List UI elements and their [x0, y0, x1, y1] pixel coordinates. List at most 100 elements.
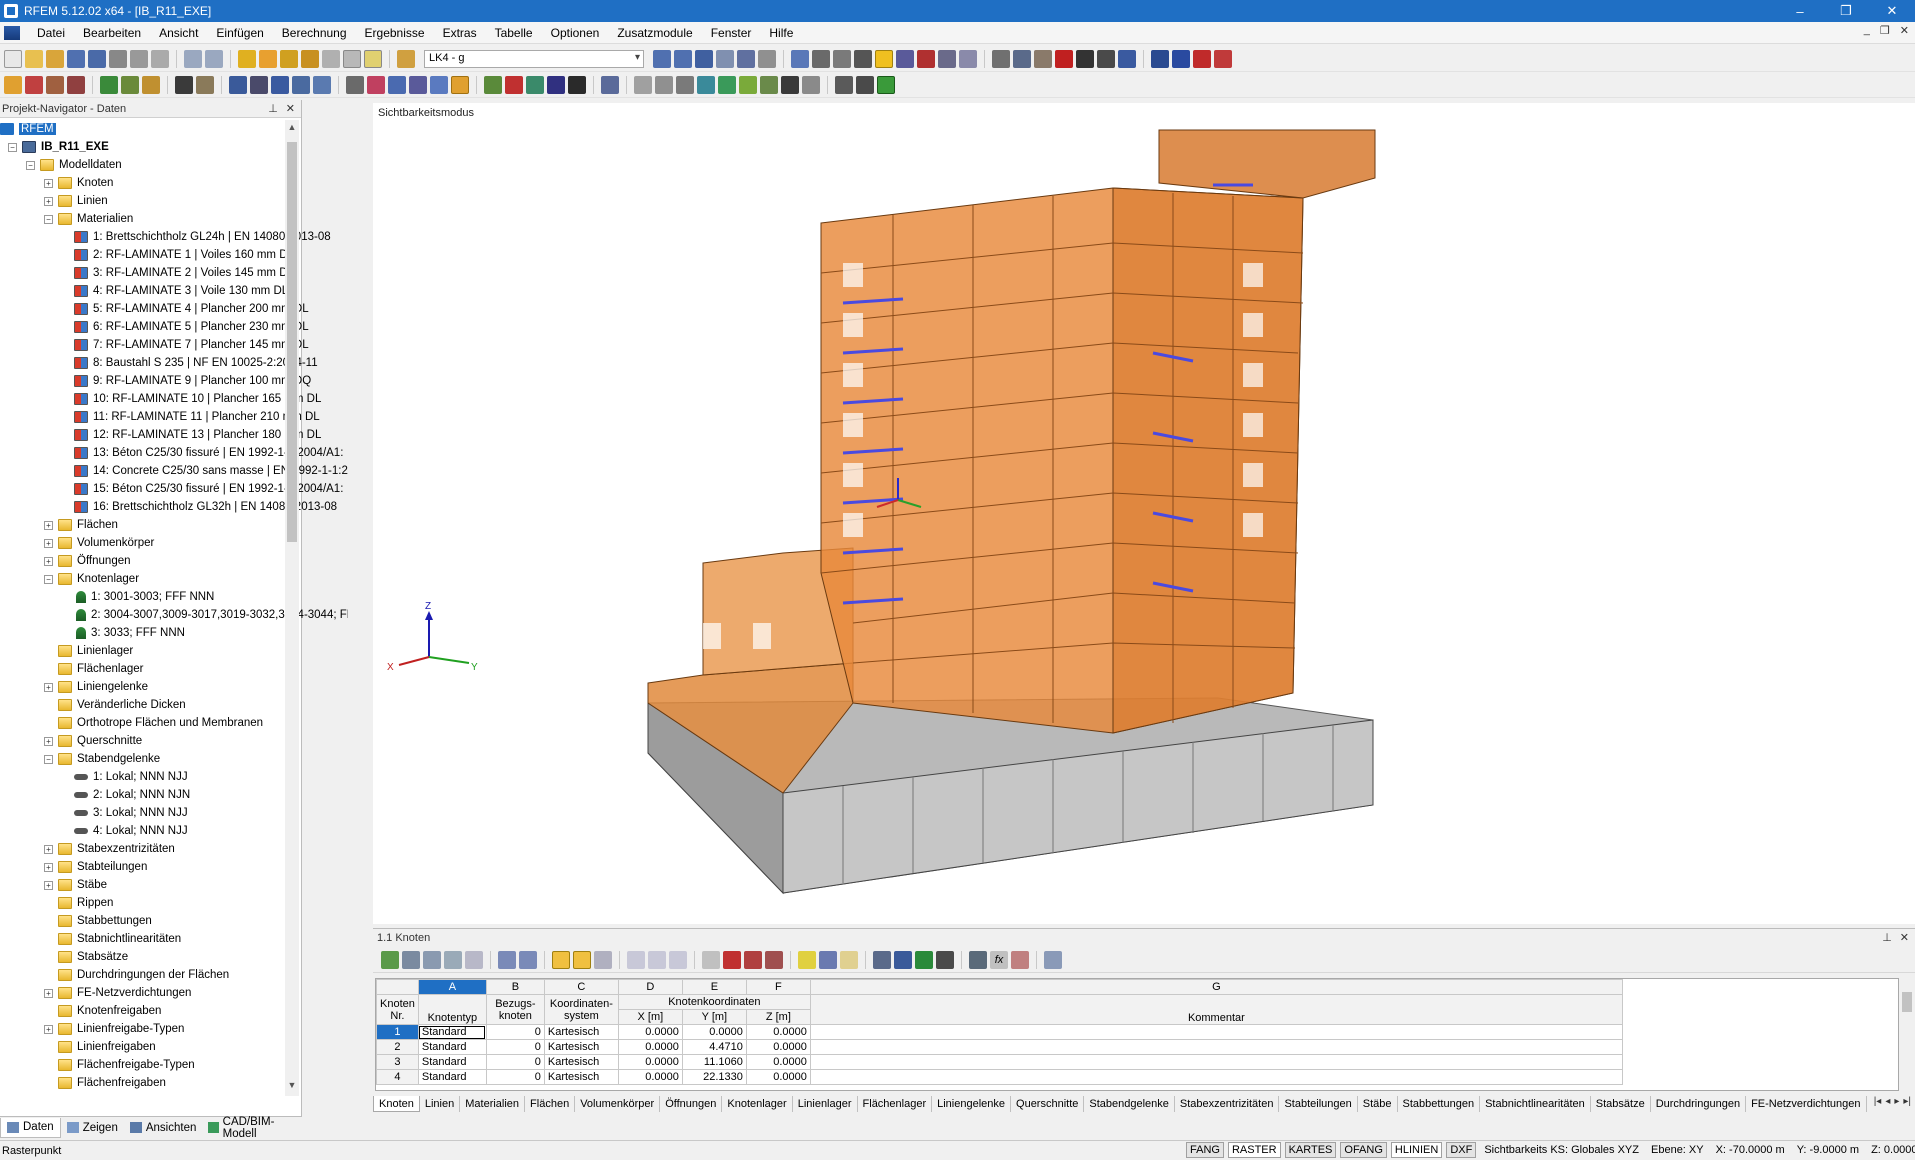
member-load-icon[interactable] [250, 75, 268, 94]
table-tab[interactable]: Materialien [460, 1096, 526, 1112]
table-row[interactable]: 2 Standard 0 Kartesisch 0.0000 4.4710 0.0000 [376, 1039, 1623, 1055]
node-type-cell[interactable]: Standard [417, 1039, 487, 1055]
coord-system-cell[interactable]: Kartesisch [543, 1054, 619, 1070]
menu-extras[interactable]: Extras [434, 26, 486, 40]
tab-ansichten[interactable]: Ansichten [124, 1118, 203, 1138]
close-button[interactable]: ✕ [1869, 0, 1915, 22]
pdf-export-icon[interactable] [1214, 49, 1232, 68]
menu-ergebnisse[interactable]: Ergebnisse [356, 26, 434, 40]
view-y-icon[interactable] [526, 75, 544, 94]
rotate-icon[interactable] [409, 75, 427, 94]
doc-minimize-button[interactable]: _ [1864, 24, 1870, 37]
next-load-case-icon[interactable] [674, 49, 692, 68]
save-icon[interactable] [88, 49, 106, 68]
tab-zeigen[interactable]: Zeigen [61, 1118, 124, 1138]
pin-icon[interactable]: ⊥ [268, 102, 278, 115]
collapse-icon[interactable]: − [44, 754, 53, 764]
table-color-icon[interactable] [798, 950, 816, 969]
row-number[interactable]: 2 [376, 1039, 419, 1055]
prev-tab-icon[interactable]: ◂ [1885, 1096, 1890, 1107]
table-paste-icon[interactable] [444, 950, 462, 969]
deformation-icon[interactable] [716, 49, 734, 68]
document-icon[interactable] [4, 25, 20, 40]
dimension-icon[interactable] [938, 49, 956, 68]
view-z-icon[interactable] [547, 75, 565, 94]
table-filter-icon[interactable] [552, 950, 570, 969]
row-number[interactable]: 3 [376, 1054, 419, 1070]
expand-icon[interactable]: + [44, 196, 53, 206]
col-letter-c[interactable]: C [543, 979, 619, 995]
table-tab[interactable]: Knotenlager [722, 1096, 793, 1112]
fang-icon[interactable] [854, 49, 872, 68]
table-cut-icon[interactable] [744, 950, 762, 969]
pencil-icon[interactable] [238, 49, 256, 68]
table-scrollbar[interactable] [1901, 978, 1913, 1091]
menu-tabelle[interactable]: Tabelle [486, 26, 542, 40]
arc-icon[interactable] [67, 75, 85, 94]
expand-icon[interactable]: + [44, 844, 53, 854]
model-viewport[interactable]: Sichtbarkeitsmodus Z X Y [373, 103, 1915, 924]
doc-close-button[interactable]: ✕ [1900, 24, 1909, 37]
imposed-deformation-icon[interactable] [313, 75, 331, 94]
col-letter-f[interactable]: F [745, 979, 811, 995]
fang-toggle[interactable]: FANG [1186, 1142, 1224, 1158]
tab-daten[interactable]: Daten [0, 1117, 61, 1138]
collapse-icon[interactable]: − [44, 574, 53, 584]
line-icon[interactable] [25, 75, 43, 94]
table-row[interactable]: 4 Standard 0 Kartesisch 0.0000 22.1330 0.0000 [376, 1069, 1623, 1085]
solid-icon[interactable] [142, 75, 160, 94]
table-row[interactable]: 3 Standard 0 Kartesisch 0.0000 11.1060 0.0000 [376, 1054, 1623, 1070]
table-pin-icon[interactable]: ⊥ [1882, 931, 1892, 944]
expand-icon[interactable]: + [44, 736, 53, 746]
y-cell[interactable]: 0.0000 [681, 1024, 747, 1040]
comment-cell[interactable] [809, 1069, 1623, 1085]
raster-toggle[interactable]: RASTER [1227, 1142, 1281, 1158]
collapse-icon[interactable]: − [8, 142, 17, 152]
pdf-icon[interactable] [1193, 49, 1211, 68]
section-cut-icon[interactable] [676, 75, 694, 94]
table-insert-icon[interactable] [402, 950, 420, 969]
window-icon[interactable] [322, 49, 340, 68]
table-tab[interactable]: FE-Netzverdichtungen [1746, 1096, 1867, 1112]
mirror-icon[interactable] [388, 75, 406, 94]
display-options-icon[interactable] [802, 75, 820, 94]
table-tab[interactable]: Stabteilungen [1279, 1096, 1358, 1112]
section-icon[interactable] [1013, 49, 1031, 68]
table-jump-icon[interactable] [627, 950, 645, 969]
z-cell[interactable]: 0.0000 [745, 1054, 811, 1070]
table-export-icon[interactable] [894, 950, 912, 969]
menu-fenster[interactable]: Fenster [702, 26, 761, 40]
function-icon[interactable]: fx [990, 950, 1008, 969]
scroll-up-icon[interactable]: ▲ [285, 122, 299, 136]
table-edit-icon[interactable] [840, 950, 858, 969]
node-icon[interactable] [4, 75, 22, 94]
filter-icon[interactable] [1097, 49, 1115, 68]
measure-icon[interactable] [992, 49, 1010, 68]
delete-icon[interactable] [917, 49, 935, 68]
node-type-cell[interactable]: Standard [417, 1024, 487, 1040]
scale-icon[interactable] [430, 75, 448, 94]
numbering-icon[interactable] [781, 75, 799, 94]
collapse-icon[interactable]: − [26, 160, 35, 170]
table-lock-icon[interactable] [1044, 950, 1062, 969]
col-letter-b[interactable]: B [485, 979, 545, 995]
table-scroll-thumb[interactable] [1902, 992, 1912, 1012]
ofang-toggle[interactable]: OFANG [1340, 1142, 1387, 1158]
open-folder-icon[interactable] [25, 49, 43, 68]
comment-cell[interactable] [809, 1054, 1623, 1070]
table-tab[interactable]: Stabsätze [1591, 1096, 1651, 1112]
lights-icon[interactable] [760, 75, 778, 94]
load-case-select[interactable]: LK4 - g [424, 49, 644, 68]
divide-icon[interactable] [451, 75, 469, 94]
menu-berechnung[interactable]: Berechnung [273, 26, 356, 40]
expand-icon[interactable]: + [44, 178, 53, 188]
table-move-right-icon[interactable] [519, 950, 537, 969]
wire-icon[interactable] [634, 75, 652, 94]
color-scale-icon[interactable] [718, 75, 736, 94]
menu-datei[interactable]: Datei [28, 26, 74, 40]
scroll-down-icon[interactable]: ▼ [285, 1080, 299, 1094]
x-cell[interactable]: 0.0000 [617, 1069, 683, 1085]
member-icon[interactable] [100, 75, 118, 94]
table-tab[interactable]: Volumenkörper [575, 1096, 661, 1112]
table-tab[interactable]: Querschnitte [1011, 1096, 1085, 1112]
